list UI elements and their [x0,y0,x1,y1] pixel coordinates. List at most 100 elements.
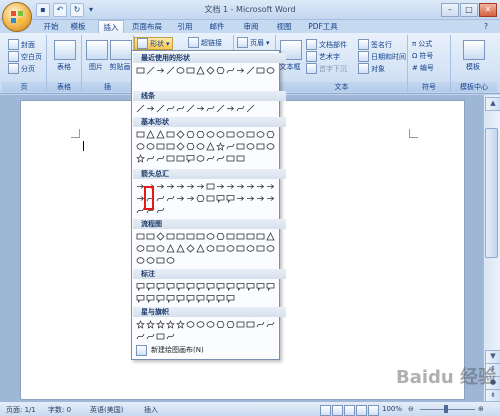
arrow-shape-icon[interactable] [216,194,225,203]
arrow-shape-icon[interactable] [166,194,175,203]
recent-shape-icon[interactable] [236,66,245,75]
draft-icon[interactable] [368,405,379,416]
basic-shape-icon[interactable] [226,142,235,151]
flowchart-shape-icon[interactable] [146,256,155,265]
recent-shape-icon[interactable] [246,66,255,75]
callout-shape-icon[interactable] [246,282,255,291]
line-shape-icon[interactable] [236,104,245,113]
arrow-shape-icon[interactable] [256,194,265,203]
recent-shape-icon[interactable] [156,66,165,75]
print-layout-icon[interactable] [320,405,331,416]
basic-shape-icon[interactable] [156,142,165,151]
basic-shape-icon[interactable] [156,130,165,139]
equation-button[interactable]: π 公式 [412,39,432,49]
basic-shape-icon[interactable] [246,130,255,139]
shapes-button[interactable]: 形状 ▾ [134,37,173,50]
flowchart-shape-icon[interactable] [136,232,145,241]
basic-shape-icon[interactable] [146,130,155,139]
line-shape-icon[interactable] [176,104,185,113]
basic-shape-icon[interactable] [206,154,215,163]
flowchart-shape-icon[interactable] [226,232,235,241]
arrow-shape-icon[interactable] [256,182,265,191]
tab-view[interactable]: 视图 [273,20,295,33]
basic-shape-icon[interactable] [136,130,145,139]
star-shape-icon[interactable] [156,332,165,341]
line-shape-icon[interactable] [196,104,205,113]
star-shape-icon[interactable] [216,320,225,329]
tab-page-layout[interactable]: 页面布局 [130,20,164,33]
basic-shape-icon[interactable] [256,130,265,139]
line-shape-icon[interactable] [216,104,225,113]
basic-shape-icon[interactable] [156,154,165,163]
callout-shape-icon[interactable] [176,282,185,291]
arrow-shape-icon[interactable] [216,182,225,191]
flowchart-shape-icon[interactable] [266,232,275,241]
tab-home[interactable]: 开始 [40,20,62,33]
dropcap-button[interactable]: 首字下沉 [306,63,347,74]
basic-shape-icon[interactable] [176,154,185,163]
basic-shape-icon[interactable] [236,142,245,151]
arrow-shape-icon[interactable] [236,182,245,191]
callout-shape-icon[interactable] [256,282,265,291]
callout-shape-icon[interactable] [216,294,225,303]
tab-review[interactable]: 审阅 [240,20,262,33]
callout-shape-icon[interactable] [226,294,235,303]
flowchart-shape-icon[interactable] [156,244,165,253]
star-shape-icon[interactable] [236,320,245,329]
star-shape-icon[interactable] [256,320,265,329]
basic-shape-icon[interactable] [216,130,225,139]
arrow-shape-icon[interactable] [176,182,185,191]
flowchart-shape-icon[interactable] [256,232,265,241]
basic-shape-icon[interactable] [206,142,215,151]
basic-shape-icon[interactable] [166,130,175,139]
basic-shape-icon[interactable] [226,130,235,139]
table-button[interactable]: 表格 [51,62,77,72]
basic-shape-icon[interactable] [266,130,275,139]
date-time-button[interactable]: 日期和时间 [358,51,406,62]
callout-shape-icon[interactable] [136,294,145,303]
recent-shape-icon[interactable] [196,66,205,75]
line-shape-icon[interactable] [206,104,215,113]
callout-shape-icon[interactable] [196,294,205,303]
flowchart-shape-icon[interactable] [196,232,205,241]
arrow-shape-icon[interactable] [206,194,215,203]
arrow-shape-icon[interactable] [196,182,205,191]
flowchart-shape-icon[interactable] [176,232,185,241]
basic-shape-icon[interactable] [146,154,155,163]
basic-shape-icon[interactable] [166,142,175,151]
web-layout-icon[interactable] [344,405,355,416]
star-shape-icon[interactable] [166,320,175,329]
flowchart-shape-icon[interactable] [206,232,215,241]
insert-mode[interactable]: 插入 [144,405,158,415]
wordart-button[interactable]: 艺术字 [306,51,340,62]
callout-shape-icon[interactable] [206,282,215,291]
arrow-shape-icon[interactable] [166,182,175,191]
tab-template[interactable]: 模板 [66,20,90,33]
basic-shape-icon[interactable] [186,142,195,151]
arrow-shape-icon[interactable] [156,182,165,191]
line-shape-icon[interactable] [156,104,165,113]
arrow-shape-icon[interactable] [206,182,215,191]
flowchart-shape-icon[interactable] [216,244,225,253]
arrow-shape-icon[interactable] [266,194,275,203]
basic-shape-icon[interactable] [226,154,235,163]
callout-shape-icon[interactable] [216,282,225,291]
minimize-icon[interactable]: – [441,3,459,17]
template-button[interactable]: 模板 [460,62,486,72]
callout-shape-icon[interactable] [206,294,215,303]
flowchart-shape-icon[interactable] [136,244,145,253]
flowchart-shape-icon[interactable] [156,256,165,265]
line-shape-icon[interactable] [226,104,235,113]
recent-shape-icon[interactable] [216,66,225,75]
flowchart-shape-icon[interactable] [186,244,195,253]
basic-shape-icon[interactable] [176,142,185,151]
basic-shape-icon[interactable] [186,130,195,139]
arrow-shape-icon[interactable] [246,182,255,191]
star-shape-icon[interactable] [226,320,235,329]
flowchart-shape-icon[interactable] [136,256,145,265]
tab-references[interactable]: 引用 [174,20,196,33]
star-shape-icon[interactable] [176,320,185,329]
object-button[interactable]: 对象 [358,63,385,74]
star-shape-icon[interactable] [136,320,145,329]
maximize-icon[interactable]: □ [460,3,478,17]
